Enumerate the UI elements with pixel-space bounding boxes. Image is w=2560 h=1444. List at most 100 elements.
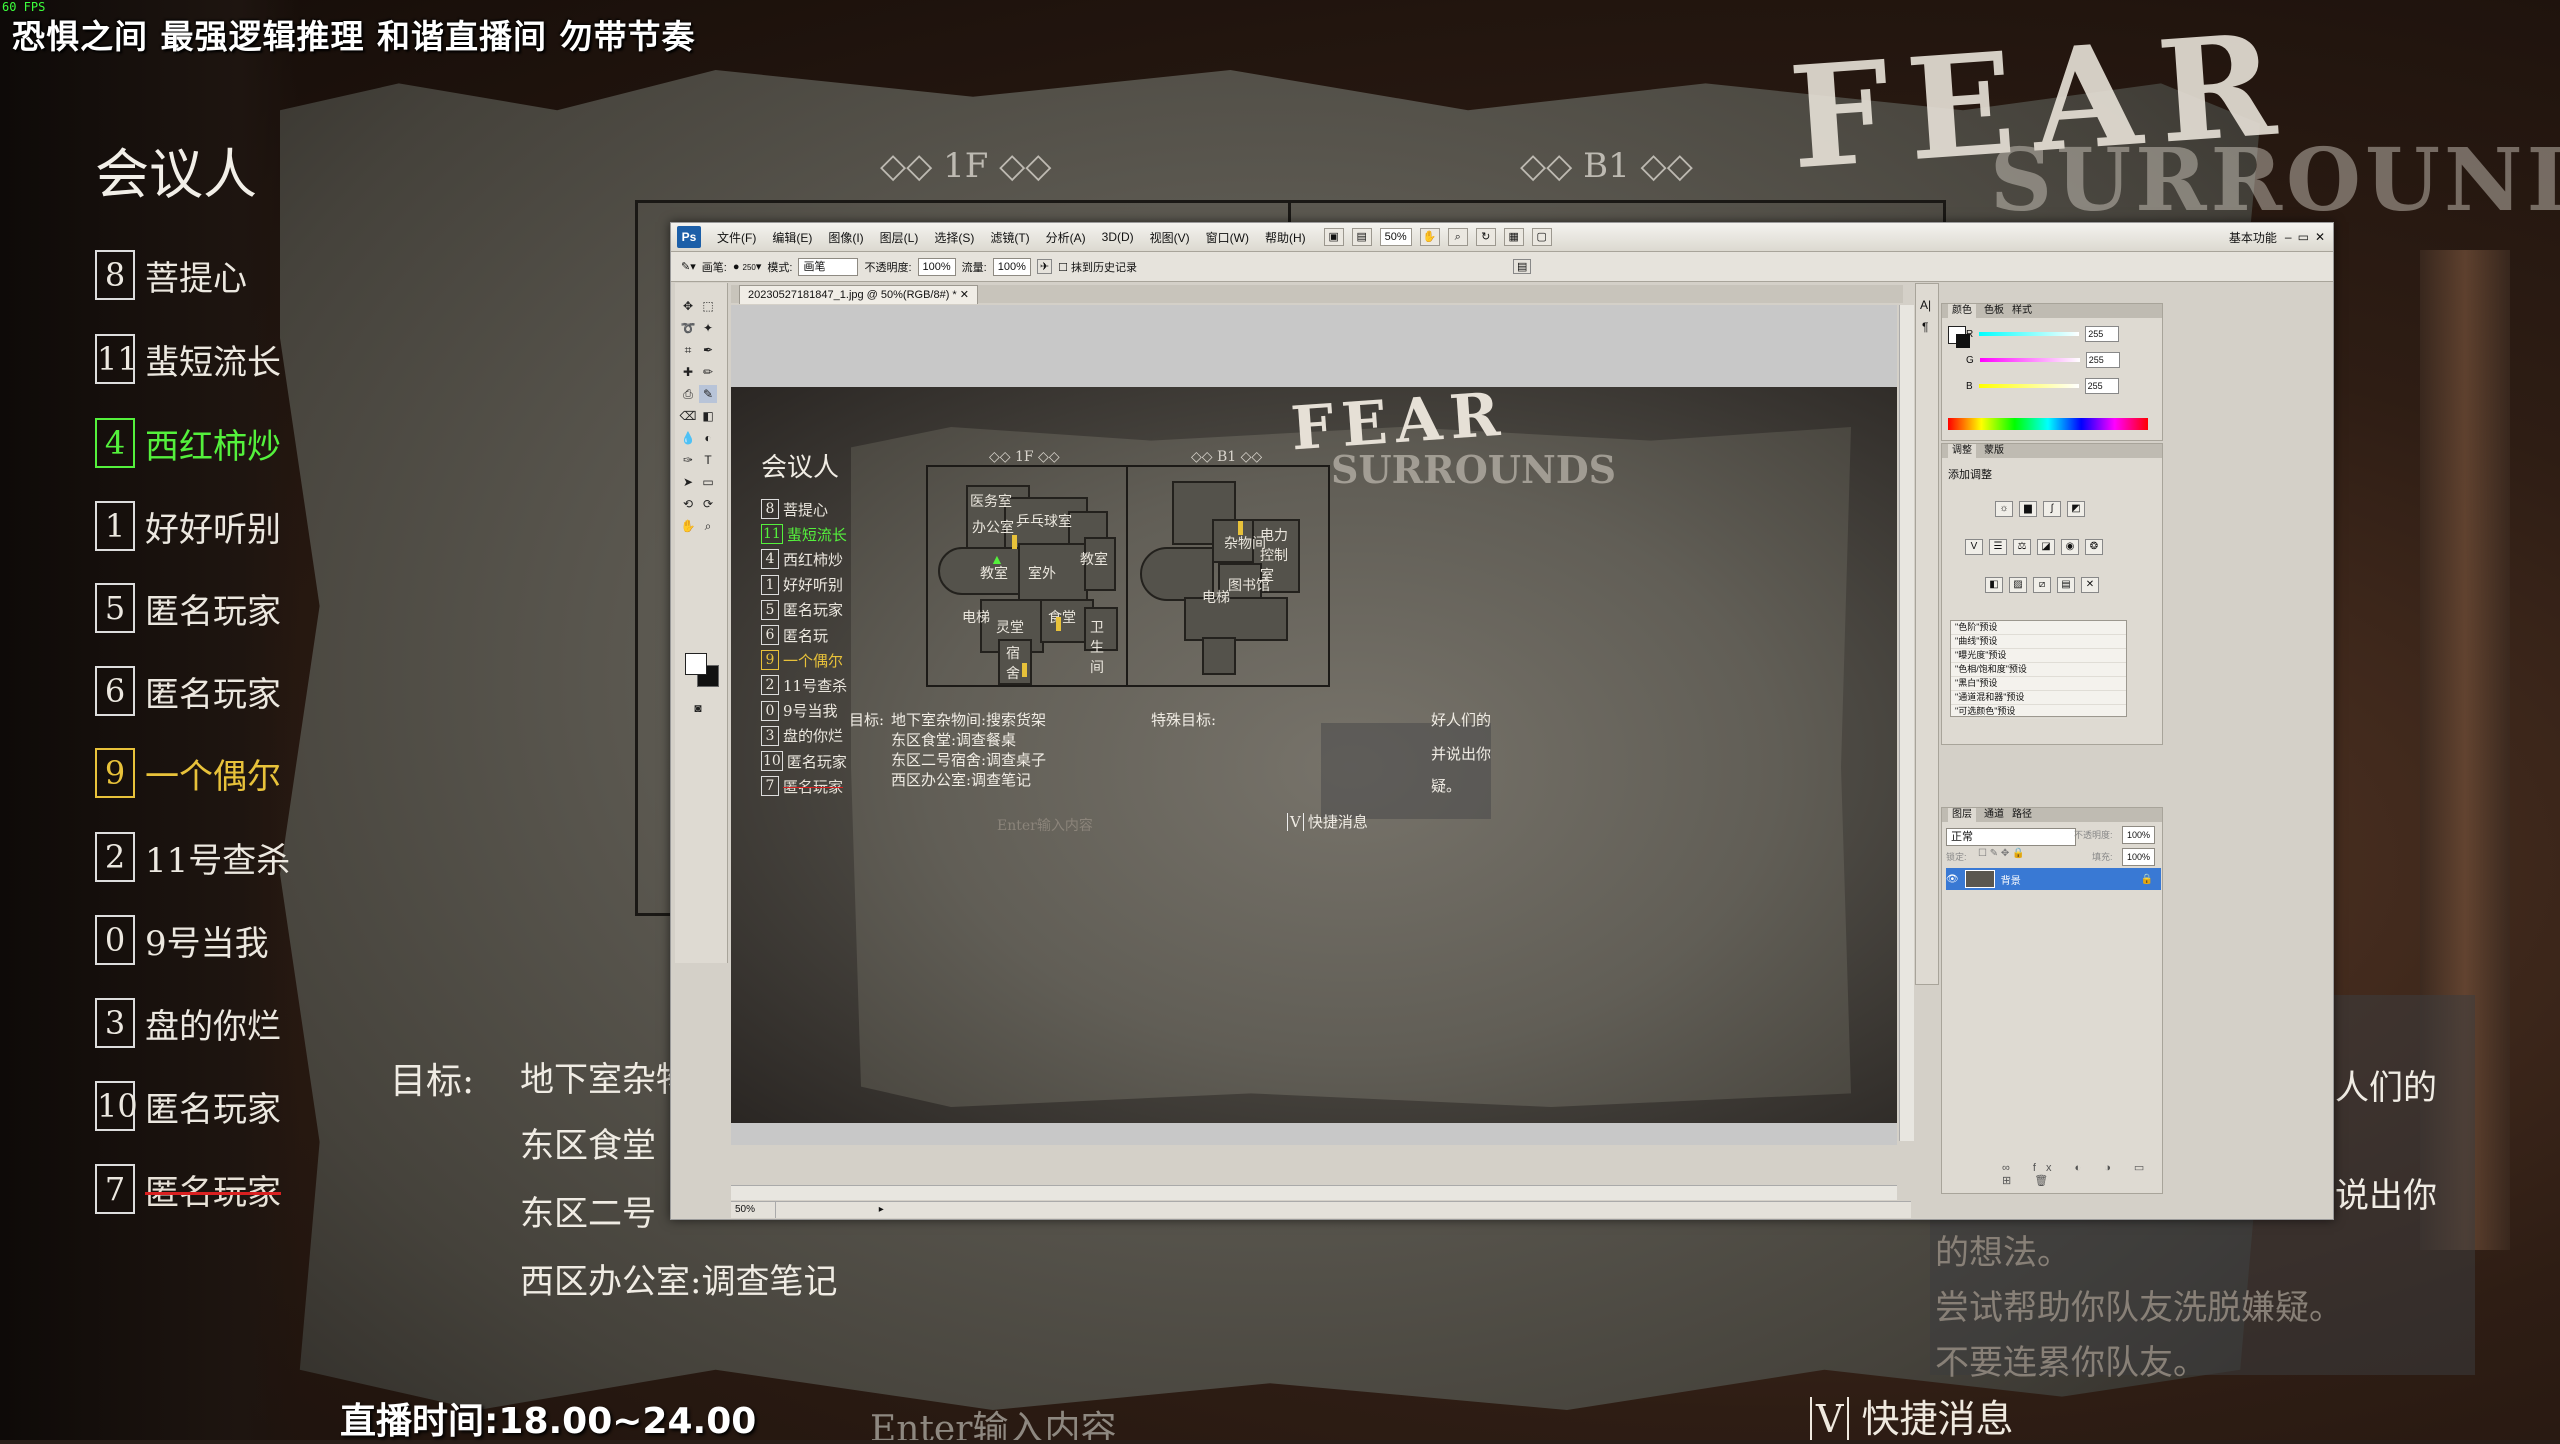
zoom-select[interactable]: 50% bbox=[1379, 228, 1412, 246]
3d-rotate-icon[interactable]: ⟲ bbox=[679, 495, 697, 513]
color-spectrum[interactable] bbox=[1948, 418, 2148, 430]
eraser-icon[interactable]: ⌫ bbox=[679, 407, 697, 425]
menu-image[interactable]: 图像(I) bbox=[820, 229, 871, 246]
menu-help[interactable]: 帮助(H) bbox=[1257, 229, 1314, 246]
member-row[interactable]: 11 蜚短流长 bbox=[95, 329, 281, 389]
eye-icon[interactable]: 👁 bbox=[1946, 874, 1959, 885]
path-select-icon[interactable]: ➤ bbox=[679, 473, 697, 491]
foreground-color-swatch[interactable] bbox=[685, 653, 707, 675]
tab-masks[interactable]: 蒙版 bbox=[1984, 444, 2004, 458]
layer-opacity-field[interactable]: 100% bbox=[2122, 826, 2156, 844]
photoshop-window[interactable]: Ps 文件(F) 编辑(E) 图像(I) 图层(L) 选择(S) 滤镜(T) 分… bbox=[670, 222, 2334, 1220]
red-slider-row[interactable]: R 255 bbox=[1966, 326, 2120, 342]
member-row[interactable]: 5 匿名玩家 bbox=[95, 578, 281, 638]
status-info-arrow-icon[interactable]: ▸ bbox=[879, 1204, 884, 1215]
preset-item[interactable]: "通道混和器"预设 bbox=[1951, 691, 2126, 705]
mode-select[interactable]: 画笔 bbox=[798, 257, 859, 276]
document-tab[interactable]: 20230527181847_1.jpg @ 50%(RGB/8#) * ✕ bbox=[739, 285, 978, 304]
3d-camera-icon[interactable]: ⟳ bbox=[699, 495, 717, 513]
menu-select[interactable]: 选择(S) bbox=[926, 229, 982, 246]
zoom-tool-icon[interactable]: ⌕ bbox=[1447, 228, 1468, 246]
preset-item[interactable]: "色相/饱和度"预设 bbox=[1951, 663, 2126, 677]
gradient-map-icon[interactable]: ▤ bbox=[2057, 577, 2075, 593]
gradient-icon[interactable]: ◧ bbox=[699, 407, 717, 425]
preset-item[interactable]: "色阶"预设 bbox=[1951, 621, 2126, 635]
hue-sat-icon[interactable]: ☰ bbox=[1989, 539, 2007, 555]
paragraph-panel-icon[interactable]: ¶ bbox=[1922, 320, 1928, 334]
channel-mixer-icon[interactable]: ❂ bbox=[2085, 539, 2103, 555]
lasso-tool-icon[interactable]: ➰ bbox=[679, 319, 697, 337]
blue-slider-row[interactable]: B 255 bbox=[1966, 378, 2119, 394]
preset-item[interactable]: "曲线"预设 bbox=[1951, 635, 2126, 649]
opacity-field[interactable]: 100% bbox=[917, 257, 956, 276]
lock-icons[interactable]: ☐ ✎ ✥ 🔒 bbox=[1978, 848, 2025, 859]
horizontal-scrollbar[interactable] bbox=[731, 1185, 1897, 1200]
menu-view[interactable]: 视图(V) bbox=[1142, 229, 1198, 246]
tab-layers[interactable]: 图层 bbox=[1948, 808, 1976, 822]
blur-tool-icon[interactable]: 💧 bbox=[679, 429, 697, 447]
type-tool-icon[interactable]: T bbox=[699, 451, 717, 469]
member-row[interactable]: 8 菩提心 bbox=[95, 245, 247, 305]
tab-close-icon[interactable]: ✕ bbox=[960, 289, 969, 301]
exposure-icon[interactable]: ◩ bbox=[2067, 501, 2085, 517]
fill-field[interactable]: 100% bbox=[2122, 848, 2156, 866]
hand-tool-icon[interactable]: ✋ bbox=[1419, 228, 1440, 246]
green-slider-row[interactable]: G 255 bbox=[1966, 352, 2120, 368]
clone-stamp-icon[interactable]: ⎙ bbox=[679, 385, 697, 403]
document-image[interactable]: FEAR SURROUNDS 会议人 8 菩提心 11 蜚短流长 4 西红柿炒 1 好好听别 5… bbox=[731, 387, 1897, 1123]
bridge-icon[interactable]: ▣ bbox=[1323, 228, 1344, 246]
posterize-icon[interactable]: ▨ bbox=[2009, 577, 2027, 593]
member-row[interactable]: 10 匿名玩家 bbox=[95, 1076, 281, 1136]
arrange-documents-icon[interactable]: ▦ bbox=[1503, 228, 1524, 246]
preset-item[interactable]: "曝光度"预设 bbox=[1951, 649, 2126, 663]
layer-row-background[interactable]: 👁 背景 🔒 bbox=[1946, 868, 2161, 890]
invert-icon[interactable]: ◧ bbox=[1985, 577, 2003, 593]
levels-icon[interactable]: ▆ bbox=[2019, 501, 2037, 517]
member-row[interactable]: 6 匿名玩家 bbox=[95, 661, 281, 721]
vertical-scrollbar[interactable] bbox=[1899, 305, 1914, 1141]
zoom-icon[interactable]: ⌕ bbox=[699, 517, 717, 535]
history-brush-tool-icon[interactable]: ✎ bbox=[699, 385, 717, 403]
member-row[interactable]: 9 一个偶尔 bbox=[95, 743, 281, 803]
member-row[interactable]: 1 好好听别 bbox=[95, 496, 281, 556]
photo-filter-icon[interactable]: ◉ bbox=[2061, 539, 2079, 555]
status-zoom[interactable]: 50% bbox=[731, 1202, 776, 1218]
menu-analysis[interactable]: 分析(A) bbox=[1038, 229, 1094, 246]
crop-tool-icon[interactable]: ⌗ bbox=[679, 341, 697, 359]
menu-window[interactable]: 窗口(W) bbox=[1198, 229, 1257, 246]
marquee-tool-icon[interactable]: ⬚ bbox=[699, 297, 717, 315]
preset-item[interactable]: "黑白"预设 bbox=[1951, 677, 2126, 691]
brush-tool-icon[interactable]: ✏ bbox=[699, 363, 717, 381]
menu-filter[interactable]: 滤镜(T) bbox=[982, 229, 1037, 246]
menu-file[interactable]: 文件(F) bbox=[709, 229, 764, 246]
black-white-icon[interactable]: ◪ bbox=[2037, 539, 2055, 555]
brightness-icon[interactable]: ☼ bbox=[1995, 501, 2013, 517]
minimize-icon[interactable]: – bbox=[2285, 230, 2292, 244]
member-row[interactable]: 4 西红柿炒 bbox=[95, 413, 281, 473]
healing-brush-icon[interactable]: ✚ bbox=[679, 363, 697, 381]
curves-icon[interactable]: ∫ bbox=[2043, 501, 2061, 517]
erase-history-checkbox[interactable]: ☐ 抹到历史记录 bbox=[1058, 259, 1137, 275]
member-row[interactable]: 3 盘的你烂 bbox=[95, 993, 281, 1053]
rotate-view-icon[interactable]: ↻ bbox=[1475, 228, 1496, 246]
quick-message-button[interactable]: V 快捷消息 bbox=[1810, 1388, 2013, 1440]
close-icon[interactable]: ✕ bbox=[2315, 230, 2325, 244]
member-row[interactable]: 7 匿名玩家 bbox=[95, 1159, 281, 1219]
selective-color-icon[interactable]: ✕ bbox=[2081, 577, 2099, 593]
tab-styles[interactable]: 样式 bbox=[2012, 304, 2032, 318]
member-row[interactable]: 2 11号查杀 bbox=[95, 827, 290, 887]
brush-panel-icon[interactable]: ▤ bbox=[1513, 259, 1532, 274]
quick-select-icon[interactable]: ✦ bbox=[699, 319, 717, 337]
canvas-area[interactable]: FEAR SURROUNDS 会议人 8 菩提心 11 蜚短流长 4 西红柿炒 1 好好听别 5… bbox=[731, 305, 1897, 1145]
view-extras-icon[interactable]: ▤ bbox=[1351, 228, 1372, 246]
flow-field[interactable]: 100% bbox=[992, 257, 1031, 276]
member-row[interactable]: 0 9号当我 bbox=[95, 910, 269, 970]
pen-tool-icon[interactable]: ✑ bbox=[679, 451, 697, 469]
quick-mask-icon[interactable]: ◙ bbox=[689, 699, 707, 717]
character-panel-icon[interactable]: A| bbox=[1920, 298, 1931, 312]
preset-item[interactable]: "可选颜色"预设 bbox=[1951, 705, 2126, 719]
dodge-tool-icon[interactable]: ◐ bbox=[699, 429, 717, 447]
maximize-icon[interactable]: ▭ bbox=[2298, 230, 2309, 244]
workspace-switcher[interactable]: 基本功能 bbox=[2229, 229, 2277, 246]
brush-preset-picker[interactable]: ● 250▾ bbox=[733, 260, 762, 273]
